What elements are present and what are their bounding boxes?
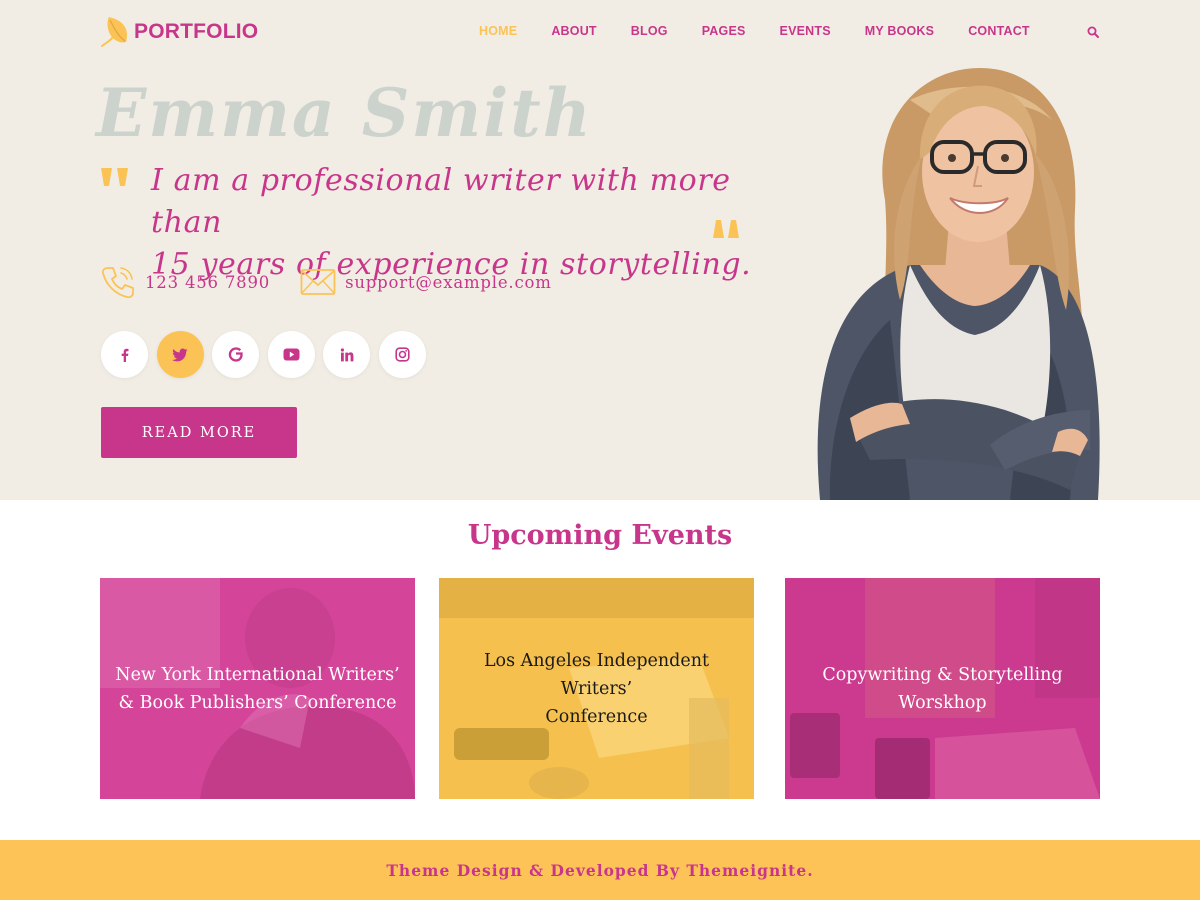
facebook-icon [121,348,128,362]
instagram-icon [394,347,410,362]
twitter-icon [172,348,188,361]
nav-item-about[interactable]: ABOUT [534,24,613,38]
hero-quote-line-1: I am a professional writer with more tha… [151,163,731,240]
nav-item-blog[interactable]: BLOG [614,24,685,38]
search-icon [1087,26,1099,38]
event-title-line-2: Conference [545,706,648,727]
footer-credit: Theme Design & Developed By Themeignite. [386,860,814,880]
twitter-link[interactable] [156,331,204,378]
hero-name: Emma Smith [96,74,593,152]
hero-section: PORTFOLIO HOME ABOUT BLOG PAGES EVENTS M… [0,0,1200,500]
contact-info: 123 456 7890 support@example.com [100,264,582,300]
youtube-link[interactable] [267,331,315,378]
linkedin-link[interactable] [323,331,370,378]
google-link[interactable] [212,331,259,378]
events-section-title: Upcoming Events [467,520,733,551]
nav-item-my-books[interactable]: MY BOOKS [848,24,951,38]
event-title-line-2: & Book Publishers’ Conference [118,692,397,713]
brand-name: PORTFOLIO [134,20,259,43]
main-nav: HOME ABOUT BLOG PAGES EVENTS MY BOOKS CO… [462,24,1047,38]
mail-icon [300,269,336,295]
linkedin-icon [340,347,353,361]
event-title-line-2: Worskhop [898,692,987,713]
phone-icon [101,267,134,299]
event-title-line-1: New York International Writers’ [115,664,400,685]
youtube-icon [283,348,299,361]
event-title-line-1: Los Angeles Independent Writers’ [483,650,710,699]
phone-contact[interactable]: 123 456 7890 [100,264,270,300]
site-logo[interactable]: PORTFOLIO [100,14,258,50]
instagram-link[interactable] [378,331,426,378]
event-card[interactable]: Los Angeles Independent Writers’ Confere… [439,578,754,799]
site-footer: Theme Design & Developed By Themeignite. [0,840,1200,900]
quote-open-icon [101,168,128,186]
author-portrait [817,68,1100,500]
read-more-button[interactable]: READ MORE [101,407,297,458]
nav-item-pages[interactable]: PAGES [685,24,763,38]
event-card[interactable]: Copywriting & Storytelling Worskhop [785,578,1100,799]
feather-icon [101,17,128,47]
email-contact[interactable]: support@example.com [300,267,552,297]
nav-item-home[interactable]: HOME [462,24,534,38]
social-links [101,331,434,378]
event-title: Los Angeles Independent Writers’ Confere… [439,647,754,731]
search-button[interactable] [1083,22,1103,42]
nav-item-contact[interactable]: CONTACT [951,24,1047,38]
nav-item-events[interactable]: EVENTS [763,24,848,38]
quote-close-icon [713,220,739,238]
email-address: support@example.com [345,272,552,292]
event-title: Copywriting & Storytelling Worskhop [808,661,1076,717]
event-title-line-1: Copywriting & Storytelling [822,664,1063,685]
google-icon [228,347,243,362]
event-card[interactable]: New York International Writers’ & Book P… [100,578,415,799]
event-title: New York International Writers’ & Book P… [101,661,413,717]
facebook-link[interactable] [101,331,148,378]
phone-number: 123 456 7890 [145,272,271,292]
